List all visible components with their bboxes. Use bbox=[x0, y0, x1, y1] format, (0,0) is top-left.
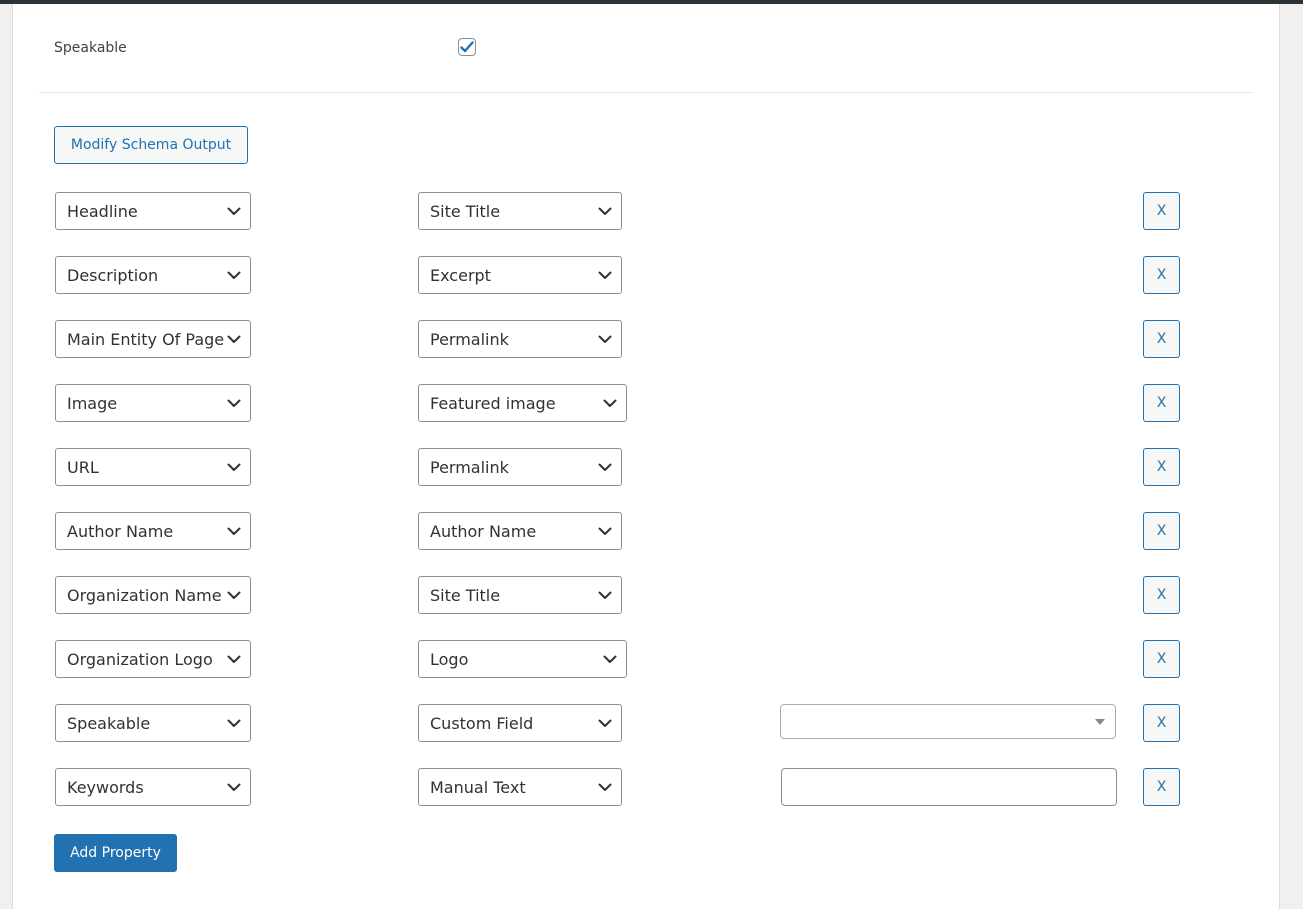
property-select-value: Headline bbox=[67, 201, 138, 221]
chevron-down-icon bbox=[598, 783, 612, 791]
chevron-down-icon bbox=[227, 527, 241, 535]
chevron-down-icon bbox=[603, 655, 617, 663]
remove-property-button[interactable]: X bbox=[1143, 256, 1180, 294]
source-select-value: Permalink bbox=[430, 329, 509, 349]
property-row: Headline Site Title X bbox=[0, 192, 1303, 230]
source-select-value: Permalink bbox=[430, 457, 509, 477]
property-select[interactable]: Organization Logo bbox=[55, 640, 251, 678]
custom-field-select[interactable] bbox=[780, 704, 1116, 739]
property-select-value: Main Entity Of Page bbox=[67, 329, 225, 349]
chevron-down-icon bbox=[598, 719, 612, 727]
property-select[interactable]: Image bbox=[55, 384, 251, 422]
source-select[interactable]: Featured image bbox=[418, 384, 627, 422]
property-select[interactable]: Author Name bbox=[55, 512, 251, 550]
source-select[interactable]: Permalink bbox=[418, 320, 622, 358]
source-select[interactable]: Permalink bbox=[418, 448, 622, 486]
property-row: Speakable Custom Field X bbox=[0, 704, 1303, 742]
remove-property-button[interactable]: X bbox=[1143, 320, 1180, 358]
property-select-value: Description bbox=[67, 265, 159, 285]
property-row: Image Featured image X bbox=[0, 384, 1303, 422]
property-select[interactable]: Speakable bbox=[55, 704, 251, 742]
chevron-down-icon bbox=[598, 463, 612, 471]
source-select[interactable]: Logo bbox=[418, 640, 627, 678]
source-select-value: Author Name bbox=[430, 521, 537, 541]
chevron-down-icon bbox=[598, 591, 612, 599]
chevron-down-icon bbox=[598, 271, 612, 279]
remove-property-button[interactable]: X bbox=[1143, 704, 1180, 742]
source-select-value: Manual Text bbox=[430, 777, 526, 797]
chevron-down-icon bbox=[227, 335, 241, 343]
remove-property-button[interactable]: X bbox=[1143, 640, 1180, 678]
property-select[interactable]: Main Entity Of Page bbox=[55, 320, 251, 358]
source-select[interactable]: Custom Field bbox=[418, 704, 622, 742]
chevron-down-icon bbox=[227, 655, 241, 663]
property-select-value: Organization Logo bbox=[67, 649, 213, 669]
manual-text-input[interactable] bbox=[781, 768, 1117, 806]
source-select[interactable]: Site Title bbox=[418, 192, 622, 230]
chevron-down-icon bbox=[227, 719, 241, 727]
source-select[interactable]: Excerpt bbox=[418, 256, 622, 294]
remove-property-button[interactable]: X bbox=[1143, 768, 1180, 806]
property-select[interactable]: URL bbox=[55, 448, 251, 486]
chevron-down-icon bbox=[227, 271, 241, 279]
property-select-value: Organization Name bbox=[67, 585, 222, 605]
property-select[interactable]: Headline bbox=[55, 192, 251, 230]
modify-schema-output-button[interactable]: Modify Schema Output bbox=[54, 126, 248, 164]
remove-property-button[interactable]: X bbox=[1143, 192, 1180, 230]
source-select-value: Logo bbox=[430, 649, 469, 669]
source-select[interactable]: Manual Text bbox=[418, 768, 622, 806]
source-select[interactable]: Site Title bbox=[418, 576, 622, 614]
remove-property-button[interactable]: X bbox=[1143, 448, 1180, 486]
chevron-down-icon bbox=[227, 783, 241, 791]
chevron-down-icon bbox=[598, 335, 612, 343]
property-select-value: Image bbox=[67, 393, 118, 413]
chevron-down-icon bbox=[227, 399, 241, 407]
speakable-checkbox[interactable] bbox=[458, 38, 476, 56]
chevron-down-icon bbox=[227, 591, 241, 599]
property-select-value: Keywords bbox=[67, 777, 144, 797]
checkmark-icon bbox=[460, 41, 474, 53]
source-select-value: Excerpt bbox=[430, 265, 491, 285]
property-row: Keywords Manual Text X bbox=[0, 768, 1303, 806]
source-select-value: Featured image bbox=[430, 393, 556, 413]
property-select[interactable]: Description bbox=[55, 256, 251, 294]
chevron-down-icon bbox=[603, 399, 617, 407]
property-row: Main Entity Of Page Permalink X bbox=[0, 320, 1303, 358]
remove-property-button[interactable]: X bbox=[1143, 576, 1180, 614]
property-select[interactable]: Keywords bbox=[55, 768, 251, 806]
caret-down-icon bbox=[1095, 719, 1105, 725]
chevron-down-icon bbox=[227, 463, 241, 471]
property-row: Organization Logo Logo X bbox=[0, 640, 1303, 678]
property-select-value: Speakable bbox=[67, 713, 151, 733]
source-select[interactable]: Author Name bbox=[418, 512, 622, 550]
speakable-setting-label: Speakable bbox=[54, 40, 127, 56]
source-select-value: Site Title bbox=[430, 585, 501, 605]
property-row: Organization Name Site Title X bbox=[0, 576, 1303, 614]
source-select-value: Custom Field bbox=[430, 713, 534, 733]
property-row: URL Permalink X bbox=[0, 448, 1303, 486]
chevron-down-icon bbox=[227, 207, 241, 215]
property-row: Description Excerpt X bbox=[0, 256, 1303, 294]
chevron-down-icon bbox=[598, 207, 612, 215]
property-select-value: URL bbox=[67, 457, 99, 477]
remove-property-button[interactable]: X bbox=[1143, 512, 1180, 550]
section-divider bbox=[39, 92, 1253, 93]
chevron-down-icon bbox=[598, 527, 612, 535]
property-select-value: Author Name bbox=[67, 521, 174, 541]
source-select-value: Site Title bbox=[430, 201, 501, 221]
remove-property-button[interactable]: X bbox=[1143, 384, 1180, 422]
property-row: Author Name Author Name X bbox=[0, 512, 1303, 550]
property-select[interactable]: Organization Name bbox=[55, 576, 251, 614]
add-property-button[interactable]: Add Property bbox=[54, 834, 177, 872]
